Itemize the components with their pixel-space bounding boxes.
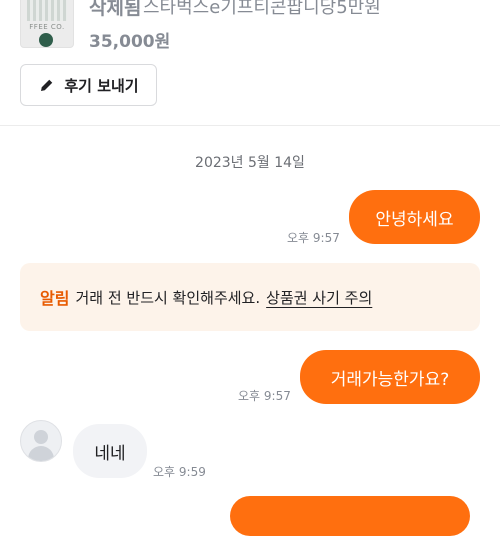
starbucks-logo-icon [39,33,53,47]
product-thumbnail[interactable]: FFEE CO. [20,0,74,48]
scam-warning-link[interactable]: 상품권 사기 주의 [266,287,372,308]
my-message-bubble[interactable]: 안녕하세요 [349,190,480,244]
chat-date-divider: 2023년 5월 14일 [195,155,305,171]
product-status: 삭제됨 [89,0,142,19]
message-text: 거래가능한가요? [330,369,450,390]
product-title: 스타벅스e기프티콘팝니당5만원 [143,0,381,18]
partner-avatar[interactable] [20,420,62,462]
my-message-bubble[interactable]: 거래가능한가요? [300,350,480,404]
send-review-button[interactable]: 후기 보내기 [20,64,157,106]
notice-tag: 알림 [40,289,70,308]
send-review-label: 후기 보내기 [64,76,139,95]
message-text: 안녕하세요 [375,209,454,230]
message-time: 오후 9:57 [287,231,340,245]
product-header[interactable]: FFEE CO. 삭제됨 스타벅스e기프티콘팝니당5만원 35,000원 후기 … [0,0,500,126]
partner-message-bubble[interactable]: 네네 [73,424,147,478]
message-text: 네네 [94,443,126,464]
thumbnail-pattern [27,0,67,21]
avatar-body [28,446,54,461]
my-message-bubble-partial[interactable] [230,496,470,536]
message-time: 오후 9:57 [238,389,291,403]
message-time: 오후 9:59 [153,465,206,479]
pencil-icon [41,79,53,91]
safety-notice: 알림 거래 전 반드시 확인해주세요. 상품권 사기 주의 [20,263,480,331]
notice-text: 거래 전 반드시 확인해주세요. [75,288,261,307]
product-price: 35,000원 [89,32,171,52]
thumbnail-text: FFEE CO. [29,23,65,31]
avatar-head [34,430,48,444]
